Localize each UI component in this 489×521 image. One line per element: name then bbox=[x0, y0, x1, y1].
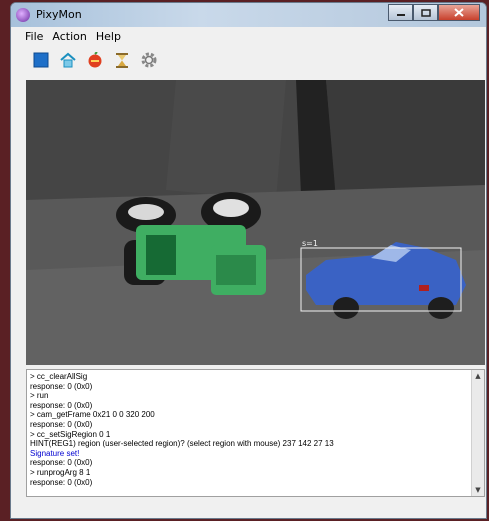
console-output[interactable]: > cc_clearAllSig response: 0 (0x0) > run… bbox=[26, 369, 485, 497]
menu-bar: File Action Help bbox=[11, 27, 486, 45]
camera-video-view[interactable]: s=1 bbox=[26, 80, 485, 365]
configure-button[interactable] bbox=[139, 50, 159, 70]
stop-button[interactable] bbox=[31, 50, 51, 70]
minimize-button[interactable] bbox=[388, 4, 413, 21]
home-button[interactable] bbox=[58, 50, 78, 70]
console-text-area: > cc_clearAllSig response: 0 (0x0) > run… bbox=[30, 372, 470, 487]
menu-file[interactable]: File bbox=[21, 27, 48, 45]
console-scrollbar[interactable]: ▲ ▼ bbox=[471, 370, 484, 496]
console-line: Signature set! bbox=[30, 448, 80, 458]
console-line: HINT(REG1) region (user-selected region)… bbox=[30, 439, 334, 449]
signature-label: s=1 bbox=[302, 239, 318, 248]
maximize-button[interactable] bbox=[413, 4, 438, 21]
window-title: PixyMon bbox=[36, 8, 82, 21]
gear-icon bbox=[141, 52, 157, 68]
console-line: response: 0 (0x0) bbox=[30, 419, 93, 429]
console-line: > cam_getFrame 0x21 0 0 320 200 bbox=[30, 410, 155, 420]
camera-frame-image: s=1 bbox=[26, 80, 485, 365]
hourglass-button[interactable] bbox=[112, 50, 132, 70]
menu-help[interactable]: Help bbox=[92, 27, 126, 45]
stop-square-icon bbox=[33, 52, 49, 68]
close-icon bbox=[454, 8, 464, 17]
scroll-down-arrow-icon[interactable]: ▼ bbox=[474, 486, 482, 494]
console-line: response: 0 (0x0) bbox=[30, 458, 93, 468]
minimize-icon bbox=[396, 13, 405, 16]
home-icon bbox=[60, 52, 76, 68]
ranger-icon bbox=[88, 52, 102, 68]
ranger-button[interactable] bbox=[85, 50, 105, 70]
menu-action[interactable]: Action bbox=[48, 27, 91, 45]
console-line: response: 0 (0x0) bbox=[30, 477, 93, 487]
close-button[interactable] bbox=[438, 4, 480, 21]
pixymon-window: PixyMon File Action Help s=1 > cc_clearA… bbox=[10, 2, 487, 519]
title-bar[interactable]: PixyMon bbox=[11, 3, 486, 27]
pixymon-app-icon bbox=[16, 8, 30, 22]
console-line: > run bbox=[30, 391, 49, 401]
status-bar bbox=[11, 500, 486, 518]
console-line: response: 0 (0x0) bbox=[30, 381, 93, 391]
console-line: response: 0 (0x0) bbox=[30, 400, 93, 410]
console-line: > runprogArg 8 1 bbox=[30, 467, 91, 477]
scroll-up-arrow-icon[interactable]: ▲ bbox=[474, 372, 482, 380]
console-line: > cc_setSigRegion 0 1 bbox=[30, 429, 111, 439]
maximize-icon bbox=[420, 8, 431, 17]
toolbar bbox=[11, 45, 486, 75]
console-line: > cc_clearAllSig bbox=[30, 372, 88, 381]
caption-buttons bbox=[388, 4, 480, 22]
hourglass-icon bbox=[116, 52, 128, 68]
